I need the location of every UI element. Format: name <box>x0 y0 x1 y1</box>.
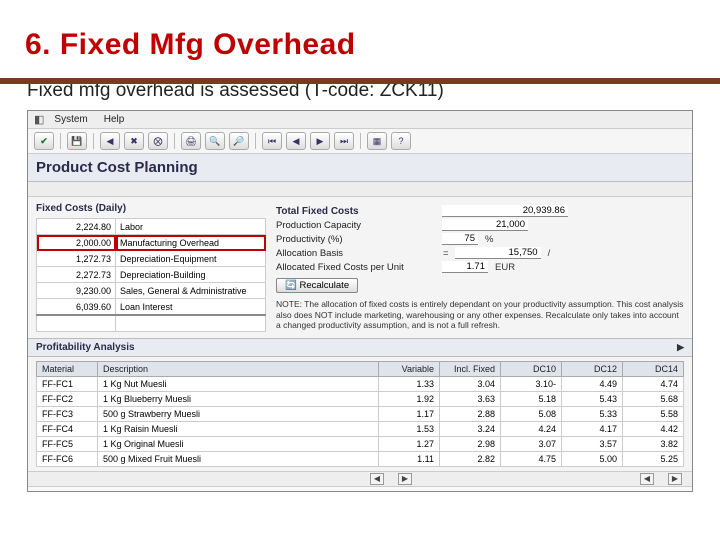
table-row: FF-FC6500 g Mixed Fruit Muesli1.112.824.… <box>37 452 684 467</box>
total-fixed-value: 20,939.86 <box>442 205 568 217</box>
next-page-icon[interactable]: ▶ <box>310 132 330 150</box>
exit-icon[interactable]: ✖ <box>124 132 144 150</box>
back-icon[interactable]: ◀ <box>100 132 120 150</box>
profitability-table: Material Description Variable Incl. Fixe… <box>36 361 684 467</box>
toolbar: ✔ 💾 ◀ ✖ ⨂ 🖨 🔍 🔎 ⏮ ◀ ▶ ⏭ ▦ ? <box>28 129 692 154</box>
alloc-unit: EUR <box>494 262 515 273</box>
scroll-right-icon[interactable]: ▶ <box>668 473 682 485</box>
system-menu-icon[interactable]: ◧ <box>34 113 44 126</box>
table-row: FF-FC21 Kg Blueberry Muesli1.923.635.185… <box>37 392 684 407</box>
recalculate-button[interactable]: 🔄 Recalculate <box>276 278 358 293</box>
find-next-icon[interactable]: 🔎 <box>229 132 249 150</box>
layout-icon[interactable]: ▦ <box>367 132 387 150</box>
cancel-icon[interactable]: ⨂ <box>148 132 168 150</box>
fixed-costs-header: Fixed Costs (Daily) <box>36 203 266 214</box>
productivity-input[interactable]: 75 <box>442 233 478 245</box>
horizontal-scrollbar[interactable]: ◀ ▶ ◀ ▶ <box>28 471 692 486</box>
table-row: 2,224.80Labor <box>37 219 266 235</box>
last-page-icon[interactable]: ⏭ <box>334 132 354 150</box>
find-icon[interactable]: 🔍 <box>205 132 225 150</box>
productivity-label: Productivity (%) <box>276 234 436 245</box>
alloc-value: 1.71 <box>442 261 488 273</box>
table-row: FF-FC11 Kg Nut Muesli1.333.043.10-4.494.… <box>37 377 684 392</box>
note-text: NOTE: The allocation of fixed costs is e… <box>276 299 684 331</box>
menu-system[interactable]: System <box>48 113 93 126</box>
help-icon[interactable]: ? <box>391 132 411 150</box>
profitability-header: Profitability Analysis <box>36 342 135 353</box>
col-variable[interactable]: Variable <box>379 362 440 377</box>
table-row: 6,039.60Loan Interest <box>37 299 266 316</box>
table-row: FF-FC51 Kg Original Muesli1.272.983.073.… <box>37 437 684 452</box>
col-dc10[interactable]: DC10 <box>501 362 562 377</box>
enter-icon[interactable]: ✔ <box>34 132 54 150</box>
scroll-left-icon[interactable]: ◀ <box>370 473 384 485</box>
print-icon[interactable]: 🖨 <box>181 132 201 150</box>
slide-title: 6. Fixed Mfg Overhead <box>25 28 695 62</box>
col-incl-fixed[interactable]: Incl. Fixed <box>440 362 501 377</box>
table-row: FF-FC41 Kg Raisin Muesli1.533.244.244.17… <box>37 422 684 437</box>
screen-title: Product Cost Planning <box>28 154 692 182</box>
table-row: 9,230.00Sales, General & Administrative <box>37 283 266 299</box>
scroll-left-icon[interactable]: ◀ <box>640 473 654 485</box>
productivity-unit: % <box>484 234 493 245</box>
total-fixed-header: Total Fixed Costs <box>276 206 436 217</box>
legend: Variable: The cost of raw materials to m… <box>28 486 692 492</box>
basis-value: 15,750 <box>455 247 541 259</box>
scroll-right-icon[interactable]: ▶ <box>398 473 412 485</box>
table-row: 2,000.00Manufacturing Overhead <box>37 235 266 251</box>
col-dc12[interactable]: DC12 <box>562 362 623 377</box>
menu-bar: ◧ System Help <box>28 111 692 129</box>
col-material[interactable]: Material <box>37 362 98 377</box>
col-dc14[interactable]: DC14 <box>623 362 684 377</box>
table-row: FF-FC3500 g Strawberry Muesli1.172.885.0… <box>37 407 684 422</box>
menu-help[interactable]: Help <box>98 113 131 126</box>
save-icon[interactable]: 💾 <box>67 132 87 150</box>
scroll-right-icon[interactable]: ▶ <box>677 342 684 353</box>
col-description[interactable]: Description <box>98 362 379 377</box>
table-total-row <box>37 315 266 332</box>
basis-label: Allocation Basis <box>276 248 436 259</box>
table-row: 1,272.73Depreciation-Equipment <box>37 251 266 267</box>
basis-eq: = <box>442 248 449 259</box>
title-divider <box>0 78 720 84</box>
sap-window: ◧ System Help ✔ 💾 ◀ ✖ ⨂ 🖨 🔍 🔎 ⏮ ◀ ▶ ⏭ ▦ … <box>27 110 693 492</box>
capacity-value: 21,000 <box>442 219 528 231</box>
fixed-costs-table: 2,224.80Labor 2,000.00Manufacturing Over… <box>36 218 266 332</box>
alloc-label: Allocated Fixed Costs per Unit <box>276 262 436 273</box>
capacity-label: Production Capacity <box>276 220 436 231</box>
first-page-icon[interactable]: ⏮ <box>262 132 282 150</box>
sub-toolbar <box>28 182 692 197</box>
legend-variable: Variable: The cost of raw materials to m… <box>38 491 682 492</box>
prev-page-icon[interactable]: ◀ <box>286 132 306 150</box>
table-row: 2,272.73Depreciation-Building <box>37 267 266 283</box>
